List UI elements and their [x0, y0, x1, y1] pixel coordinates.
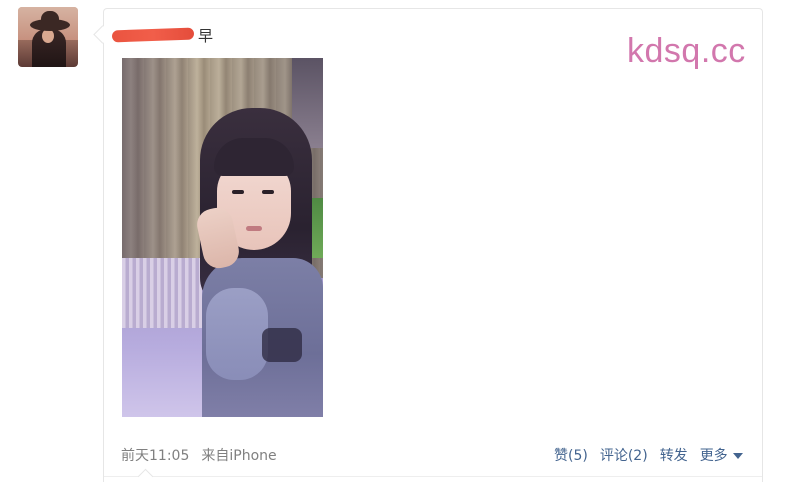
photo-rail [122, 258, 202, 328]
post-actions: 赞(5) 评论(2) 转发 更多 [554, 445, 743, 465]
post-photo[interactable] [122, 58, 323, 417]
post-header: 早 [111, 24, 214, 46]
like-button[interactable]: 赞(5) [554, 445, 588, 465]
avatar-face [42, 29, 54, 43]
post-source[interactable]: 来自iPhone [201, 445, 276, 465]
author-name-redacted[interactable] [111, 27, 195, 43]
more-button[interactable]: 更多 [700, 445, 743, 465]
photo-shirt-print [262, 328, 302, 362]
feed-page: 早 kdsq.cc 前天11:05 来自iPhone 赞(5) 评论(2) 转发… [0, 0, 792, 482]
footer-divider [104, 476, 762, 477]
post-text: 早 [198, 26, 214, 45]
comment-button[interactable]: 评论(2) [600, 445, 648, 465]
photo-eye-left [232, 190, 244, 194]
post-timestamp[interactable]: 前天11:05 [121, 445, 189, 465]
photo-sleeve [206, 288, 268, 380]
photo-lips [246, 226, 262, 231]
watermark: kdsq.cc [627, 32, 746, 70]
post-meta: 前天11:05 来自iPhone [121, 445, 277, 465]
photo-bangs [214, 138, 294, 176]
caret-down-icon [732, 453, 743, 459]
photo-eye-right [262, 190, 274, 194]
avatar-hat-brim [30, 19, 70, 31]
author-avatar[interactable] [18, 7, 78, 67]
more-label: 更多 [699, 448, 728, 464]
repost-button[interactable]: 转发 [660, 445, 688, 465]
